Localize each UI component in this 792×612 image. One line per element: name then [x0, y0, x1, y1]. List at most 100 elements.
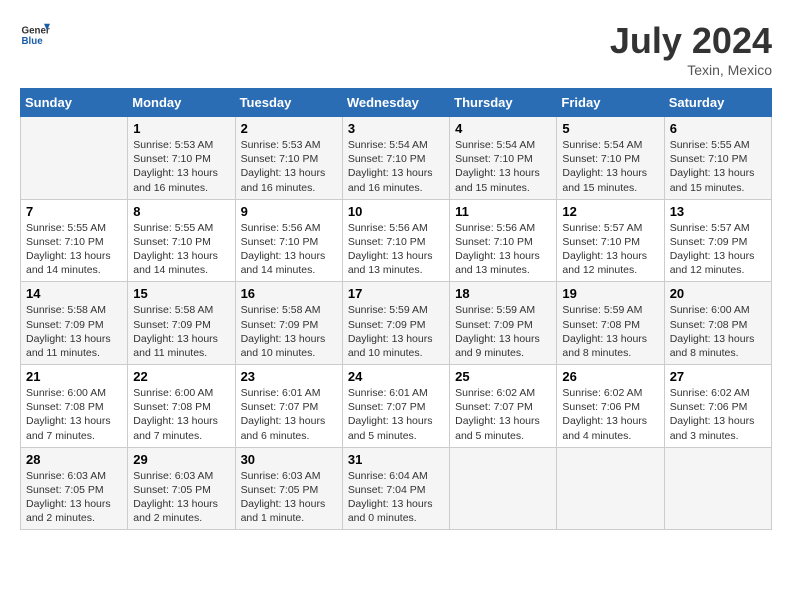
calendar-cell [21, 117, 128, 200]
day-info: Sunrise: 5:53 AM Sunset: 7:10 PM Dayligh… [241, 138, 337, 195]
day-number: 22 [133, 369, 229, 384]
day-number: 27 [670, 369, 766, 384]
day-number: 4 [455, 121, 551, 136]
day-number: 20 [670, 286, 766, 301]
day-info: Sunrise: 6:00 AM Sunset: 7:08 PM Dayligh… [26, 386, 122, 443]
day-info: Sunrise: 5:58 AM Sunset: 7:09 PM Dayligh… [26, 303, 122, 360]
calendar-cell: 27 Sunrise: 6:02 AM Sunset: 7:06 PM Dayli… [664, 365, 771, 448]
day-number: 26 [562, 369, 658, 384]
calendar-cell: 14 Sunrise: 5:58 AM Sunset: 7:09 PM Dayli… [21, 282, 128, 365]
calendar-cell: 8Sunrise: 5:55 AM Sunset: 7:10 PM Daylig… [128, 199, 235, 282]
calendar-cell: 20 Sunrise: 6:00 AM Sunset: 7:08 PM Dayli… [664, 282, 771, 365]
day-number: 11 [455, 204, 551, 219]
calendar-week-3: 14 Sunrise: 5:58 AM Sunset: 7:09 PM Dayli… [21, 282, 772, 365]
calendar-cell: 12 Sunrise: 5:57 AM Sunset: 7:10 PM Dayli… [557, 199, 664, 282]
day-header-monday: Monday [128, 89, 235, 117]
day-number: 21 [26, 369, 122, 384]
page-header: General Blue July 2024 Texin, Mexico [20, 20, 772, 78]
day-number: 12 [562, 204, 658, 219]
day-number: 13 [670, 204, 766, 219]
day-header-sunday: Sunday [21, 89, 128, 117]
day-info: Sunrise: 6:03 AM Sunset: 7:05 PM Dayligh… [133, 469, 229, 526]
calendar-cell [557, 447, 664, 530]
day-number: 15 [133, 286, 229, 301]
day-info: Sunrise: 5:54 AM Sunset: 7:10 PM Dayligh… [455, 138, 551, 195]
calendar-cell: 9 Sunrise: 5:56 AM Sunset: 7:10 PM Daylig… [235, 199, 342, 282]
day-info: Sunrise: 6:00 AM Sunset: 7:08 PM Dayligh… [670, 303, 766, 360]
day-number: 2 [241, 121, 337, 136]
day-number: 17 [348, 286, 444, 301]
month-year: July 2024 [610, 20, 772, 62]
day-number: 31 [348, 452, 444, 467]
calendar-cell: 17 Sunrise: 5:59 AM Sunset: 7:09 PM Dayli… [342, 282, 449, 365]
day-info: Sunrise: 5:58 AM Sunset: 7:09 PM Dayligh… [241, 303, 337, 360]
calendar-week-1: 1 Sunrise: 5:53 AM Sunset: 7:10 PM Daylig… [21, 117, 772, 200]
day-info: Sunrise: 5:58 AM Sunset: 7:09 PM Dayligh… [133, 303, 229, 360]
day-info: Sunrise: 5:57 AM Sunset: 7:09 PM Dayligh… [670, 221, 766, 278]
header-row: SundayMondayTuesdayWednesdayThursdayFrid… [21, 89, 772, 117]
day-number: 9 [241, 204, 337, 219]
day-header-wednesday: Wednesday [342, 89, 449, 117]
calendar-cell: 10 Sunrise: 5:56 AM Sunset: 7:10 PM Dayli… [342, 199, 449, 282]
day-number: 30 [241, 452, 337, 467]
svg-text:Blue: Blue [22, 36, 44, 47]
day-info: Sunrise: 5:55 AM Sunset: 7:10 PM Dayligh… [133, 221, 229, 278]
calendar-cell: 28Sunrise: 6:03 AM Sunset: 7:05 PM Dayli… [21, 447, 128, 530]
day-number: 3 [348, 121, 444, 136]
day-header-friday: Friday [557, 89, 664, 117]
day-header-saturday: Saturday [664, 89, 771, 117]
day-number: 10 [348, 204, 444, 219]
day-number: 14 [26, 286, 122, 301]
calendar-cell: 6 Sunrise: 5:55 AM Sunset: 7:10 PM Daylig… [664, 117, 771, 200]
day-info: Sunrise: 6:00 AM Sunset: 7:08 PM Dayligh… [133, 386, 229, 443]
day-info: Sunrise: 5:57 AM Sunset: 7:10 PM Dayligh… [562, 221, 658, 278]
day-info: Sunrise: 5:56 AM Sunset: 7:10 PM Dayligh… [241, 221, 337, 278]
calendar-cell: 21 Sunrise: 6:00 AM Sunset: 7:08 PM Dayli… [21, 365, 128, 448]
calendar-cell: 23Sunrise: 6:01 AM Sunset: 7:07 PM Dayli… [235, 365, 342, 448]
calendar-cell: 25 Sunrise: 6:02 AM Sunset: 7:07 PM Dayli… [450, 365, 557, 448]
day-info: Sunrise: 6:02 AM Sunset: 7:06 PM Dayligh… [562, 386, 658, 443]
day-number: 1 [133, 121, 229, 136]
calendar-cell: 16 Sunrise: 5:58 AM Sunset: 7:09 PM Dayli… [235, 282, 342, 365]
calendar-cell: 24 Sunrise: 6:01 AM Sunset: 7:07 PM Dayli… [342, 365, 449, 448]
day-info: Sunrise: 6:02 AM Sunset: 7:06 PM Dayligh… [670, 386, 766, 443]
day-number: 7 [26, 204, 122, 219]
calendar-cell: 19Sunrise: 5:59 AM Sunset: 7:08 PM Dayli… [557, 282, 664, 365]
calendar-cell [664, 447, 771, 530]
calendar-cell: 26 Sunrise: 6:02 AM Sunset: 7:06 PM Dayli… [557, 365, 664, 448]
title-block: July 2024 Texin, Mexico [610, 20, 772, 78]
calendar-cell: 15 Sunrise: 5:58 AM Sunset: 7:09 PM Dayli… [128, 282, 235, 365]
day-number: 23 [241, 369, 337, 384]
calendar-week-4: 21 Sunrise: 6:00 AM Sunset: 7:08 PM Dayli… [21, 365, 772, 448]
calendar-cell: 11 Sunrise: 5:56 AM Sunset: 7:10 PM Dayli… [450, 199, 557, 282]
day-number: 29 [133, 452, 229, 467]
day-number: 16 [241, 286, 337, 301]
day-number: 18 [455, 286, 551, 301]
calendar-cell: 7 Sunrise: 5:55 AM Sunset: 7:10 PM Daylig… [21, 199, 128, 282]
calendar-cell: 29 Sunrise: 6:03 AM Sunset: 7:05 PM Dayli… [128, 447, 235, 530]
calendar-cell: 3Sunrise: 5:54 AM Sunset: 7:10 PM Daylig… [342, 117, 449, 200]
day-info: Sunrise: 5:55 AM Sunset: 7:10 PM Dayligh… [670, 138, 766, 195]
day-number: 25 [455, 369, 551, 384]
day-info: Sunrise: 5:59 AM Sunset: 7:09 PM Dayligh… [348, 303, 444, 360]
location: Texin, Mexico [610, 62, 772, 78]
calendar-cell: 5Sunrise: 5:54 AM Sunset: 7:10 PM Daylig… [557, 117, 664, 200]
calendar-week-2: 7 Sunrise: 5:55 AM Sunset: 7:10 PM Daylig… [21, 199, 772, 282]
day-info: Sunrise: 5:55 AM Sunset: 7:10 PM Dayligh… [26, 221, 122, 278]
day-info: Sunrise: 5:56 AM Sunset: 7:10 PM Dayligh… [455, 221, 551, 278]
logo-icon: General Blue [20, 20, 50, 50]
day-info: Sunrise: 6:04 AM Sunset: 7:04 PM Dayligh… [348, 469, 444, 526]
calendar-week-5: 28Sunrise: 6:03 AM Sunset: 7:05 PM Dayli… [21, 447, 772, 530]
day-info: Sunrise: 6:02 AM Sunset: 7:07 PM Dayligh… [455, 386, 551, 443]
day-info: Sunrise: 6:01 AM Sunset: 7:07 PM Dayligh… [348, 386, 444, 443]
calendar-cell: 30Sunrise: 6:03 AM Sunset: 7:05 PM Dayli… [235, 447, 342, 530]
day-header-tuesday: Tuesday [235, 89, 342, 117]
calendar-cell: 2 Sunrise: 5:53 AM Sunset: 7:10 PM Daylig… [235, 117, 342, 200]
day-info: Sunrise: 5:56 AM Sunset: 7:10 PM Dayligh… [348, 221, 444, 278]
calendar-cell: 4 Sunrise: 5:54 AM Sunset: 7:10 PM Daylig… [450, 117, 557, 200]
calendar-cell: 22 Sunrise: 6:00 AM Sunset: 7:08 PM Dayli… [128, 365, 235, 448]
day-number: 6 [670, 121, 766, 136]
day-header-thursday: Thursday [450, 89, 557, 117]
day-number: 24 [348, 369, 444, 384]
calendar-table: SundayMondayTuesdayWednesdayThursdayFrid… [20, 88, 772, 530]
